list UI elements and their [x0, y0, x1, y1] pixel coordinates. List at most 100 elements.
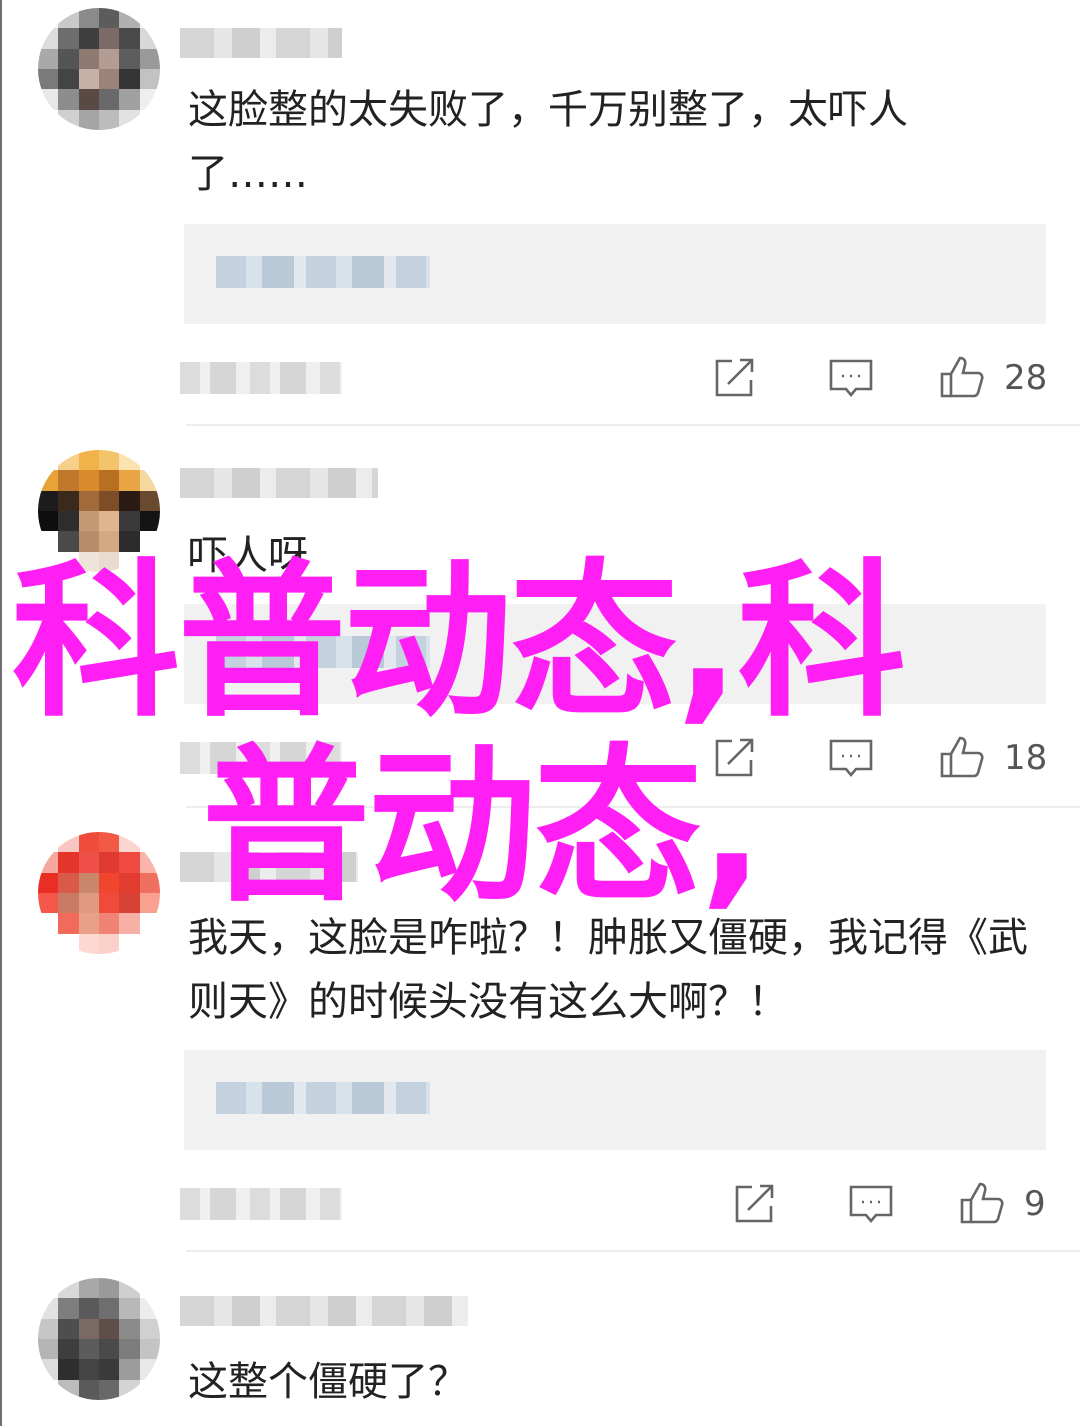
avatar-pixel — [38, 69, 59, 90]
avatar-pixel — [58, 511, 79, 532]
avatar-pixel — [139, 1359, 160, 1380]
avatar-pixel — [78, 470, 99, 491]
avatar-pixel — [78, 933, 99, 954]
reply-preview[interactable] — [184, 1050, 1046, 1150]
avatar-pixel — [58, 1379, 79, 1400]
avatar-pixel — [119, 511, 140, 532]
comment-meta — [180, 362, 342, 394]
overlay-caption: 科普动态,科 普动态, — [12, 550, 1012, 920]
avatar-pixel — [38, 1379, 59, 1400]
avatar-pixel — [99, 8, 120, 29]
avatar-pixel — [139, 450, 160, 471]
divider — [186, 424, 1080, 426]
avatar-pixel — [58, 1278, 79, 1299]
avatar-pixel — [38, 933, 59, 954]
avatar-pixel — [119, 1379, 140, 1400]
avatar-pixel — [139, 48, 160, 69]
avatar-pixel — [38, 490, 59, 511]
avatar-pixel — [58, 8, 79, 29]
avatar-pixel — [99, 470, 120, 491]
avatar-pixel — [139, 490, 160, 511]
username[interactable] — [180, 1296, 468, 1326]
avatar-pixel — [78, 450, 99, 471]
avatar-pixel — [119, 8, 140, 29]
avatar-pixel — [78, 1278, 99, 1299]
avatar-pixel — [38, 1359, 59, 1380]
overlay-line: 科普动态,科 — [12, 544, 906, 740]
thumbs-up-icon[interactable] — [938, 352, 988, 402]
avatar-pixel — [99, 89, 120, 110]
avatar-pixel — [119, 1318, 140, 1339]
avatar-pixel — [99, 1318, 120, 1339]
avatar-pixel — [139, 470, 160, 491]
comment-icon[interactable] — [826, 352, 876, 402]
avatar-pixel — [119, 109, 140, 130]
avatar-pixel — [99, 1278, 120, 1299]
avatar-pixel — [78, 1359, 99, 1380]
avatar-pixel — [38, 28, 59, 49]
avatar-pixel — [139, 1339, 160, 1360]
comment-text: 这整个僵硬了？ — [188, 1359, 468, 1405]
comment-actions: 9 — [730, 1178, 1050, 1238]
like-count: 28 — [1004, 358, 1048, 398]
avatar-pixel — [99, 69, 120, 90]
avatar-pixel — [78, 1298, 99, 1319]
avatar-pixel — [139, 1318, 160, 1339]
avatar-pixel — [119, 1298, 140, 1319]
avatar-pixel — [58, 109, 79, 130]
comment-icon[interactable] — [846, 1178, 896, 1228]
comment-text: 我天，这脸是咋啦？！肿胀又僵硬，我记得《武则天》的时候头没有这么大啊？！ — [188, 915, 1028, 1025]
avatar-pixel — [58, 89, 79, 110]
avatar-pixel — [99, 28, 120, 49]
avatar-pixel — [58, 48, 79, 69]
username[interactable] — [180, 28, 342, 58]
share-icon[interactable] — [730, 1178, 780, 1228]
avatar-pixel — [139, 933, 160, 954]
avatar-pixel — [58, 933, 79, 954]
avatar-pixel — [139, 28, 160, 49]
avatar-pixel — [38, 89, 59, 110]
avatar-pixel — [99, 511, 120, 532]
share-icon[interactable] — [710, 352, 760, 402]
avatar-pixel — [99, 933, 120, 954]
avatar-pixel — [119, 69, 140, 90]
avatar-pixel — [58, 1298, 79, 1319]
avatar-pixel — [139, 1379, 160, 1400]
avatar-pixel — [58, 1318, 79, 1339]
avatar-pixel — [139, 1278, 160, 1299]
avatar-pixel — [58, 69, 79, 90]
avatar-pixel — [38, 1278, 59, 1299]
reply-preview[interactable] — [184, 224, 1046, 324]
avatar-pixel — [99, 1359, 120, 1380]
avatar-pixel — [78, 109, 99, 130]
avatar-pixel — [119, 1359, 140, 1380]
avatar-pixel — [119, 1278, 140, 1299]
avatar-pixel — [119, 490, 140, 511]
avatar-pixel — [58, 1339, 79, 1360]
avatar-pixel — [139, 69, 160, 90]
avatar-pixel — [99, 490, 120, 511]
avatar-pixel — [139, 109, 160, 130]
avatar-pixel — [78, 8, 99, 29]
avatar-pixel — [119, 48, 140, 69]
avatar-pixel — [38, 1339, 59, 1360]
avatar-pixel — [38, 1298, 59, 1319]
avatar-pixel — [99, 1298, 120, 1319]
avatar-pixel — [38, 8, 59, 29]
avatar-pixel — [78, 48, 99, 69]
reply-author — [216, 256, 430, 288]
username[interactable] — [180, 468, 378, 498]
avatar[interactable] — [38, 1278, 160, 1400]
screen-edge — [0, 0, 2, 1426]
reply-author — [216, 1082, 430, 1114]
overlay-line: 普动态, — [202, 729, 764, 925]
divider — [186, 1250, 1080, 1252]
thumbs-up-icon[interactable] — [958, 1178, 1008, 1228]
avatar-pixel — [139, 89, 160, 110]
avatar-pixel — [78, 490, 99, 511]
avatar[interactable] — [38, 8, 160, 130]
avatar-pixel — [58, 28, 79, 49]
avatar-pixel — [58, 490, 79, 511]
avatar-pixel — [78, 1318, 99, 1339]
avatar-pixel — [139, 1298, 160, 1319]
